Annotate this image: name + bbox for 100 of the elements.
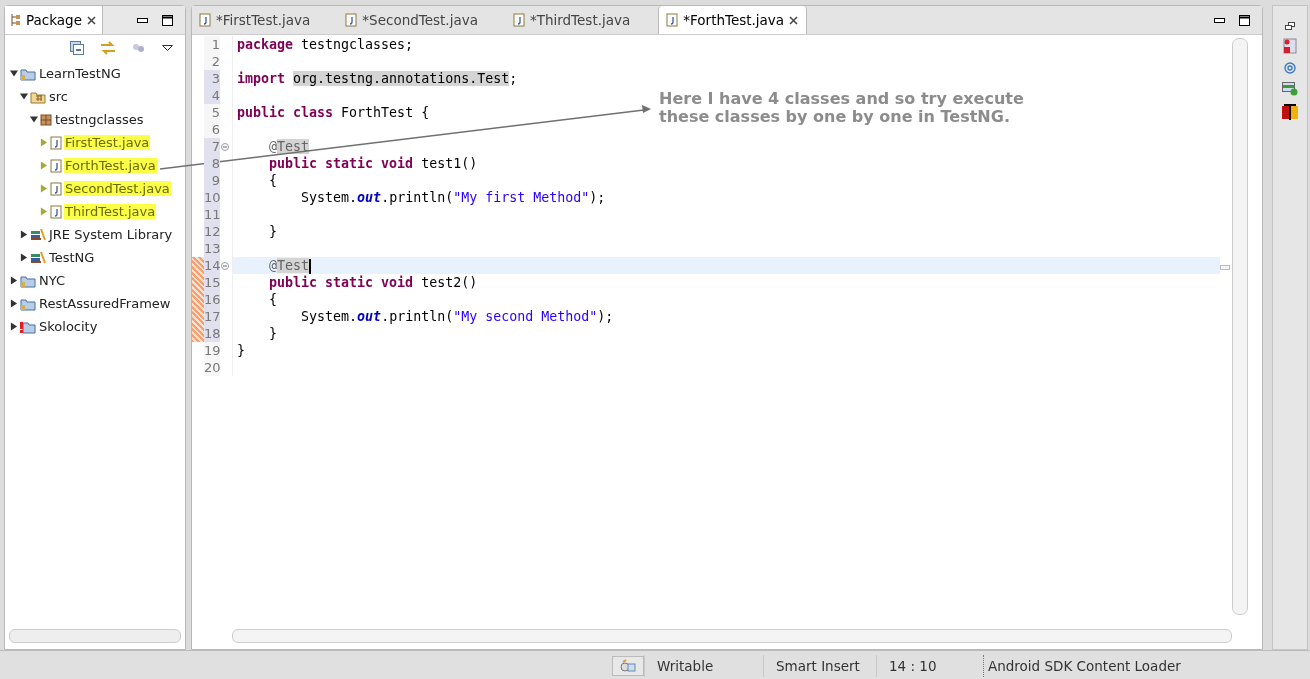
tree-item[interactable]: NYC	[38, 273, 67, 288]
collapse-arrow-icon[interactable]	[10, 69, 18, 78]
tree-item[interactable]: JRE System Library	[48, 227, 174, 242]
maximize-icon[interactable]	[1239, 14, 1250, 26]
expand-arrow-icon[interactable]	[20, 230, 28, 239]
code-text: .println(	[381, 309, 454, 324]
tree-item[interactable]: Skolocity	[38, 319, 99, 334]
line-number: 1	[204, 36, 220, 53]
console-run-icon[interactable]	[1282, 82, 1298, 96]
dots-icon[interactable]	[132, 42, 146, 54]
java-file-icon	[199, 13, 211, 27]
keyword: public static void	[268, 275, 414, 290]
code-text: System.	[300, 190, 358, 205]
panel-title: Package	[26, 12, 82, 28]
collapse-arrow-icon[interactable]	[30, 115, 38, 124]
restore-icon[interactable]	[1285, 22, 1295, 30]
line-number: 12	[204, 223, 220, 240]
tree-item[interactable]: LearnTestNG	[38, 66, 122, 81]
line-number: 7	[204, 138, 220, 155]
expand-arrow-icon[interactable]	[10, 276, 18, 285]
java-file-icon	[50, 135, 62, 150]
code-text: test1()	[420, 156, 478, 171]
java-file-icon	[50, 204, 62, 219]
status-text: 14 : 10	[876, 654, 983, 677]
keyword: public static void	[268, 156, 414, 171]
project-folder-icon	[20, 273, 36, 288]
code-text: System.	[300, 309, 358, 324]
expand-arrow-icon[interactable]	[10, 299, 18, 308]
code-text: ForthTest {	[340, 105, 430, 120]
line-number: 5	[204, 104, 220, 121]
books-icon	[30, 251, 46, 264]
status-text: Writable	[644, 654, 763, 677]
editor-tab[interactable]: *SecondTest.java	[338, 6, 506, 34]
text-cursor	[309, 258, 312, 274]
project-folder-icon	[20, 296, 36, 311]
code-text: ;	[509, 71, 518, 86]
line-number: 15	[204, 274, 220, 291]
close-icon[interactable]	[86, 15, 96, 25]
line-number: 4	[204, 87, 220, 104]
minimize-icon[interactable]	[137, 17, 148, 23]
annotation-note: Here I have 4 classes and so try execute these classes by one by one in TestNG.	[659, 90, 1024, 126]
tree-item[interactable]: RestAssuredFramew	[38, 296, 172, 311]
maximize-icon[interactable]	[162, 14, 173, 26]
tree-item[interactable]: src	[48, 89, 69, 104]
java-file-icon	[345, 13, 358, 27]
editor-tab[interactable]: *ForthTest.java	[658, 6, 808, 34]
collapse-arrow-icon[interactable]	[20, 92, 28, 101]
line-number: 9	[204, 172, 220, 189]
java-file-icon	[50, 181, 62, 196]
code-text: testngclasses;	[300, 37, 414, 52]
at-sign-icon[interactable]	[1284, 62, 1296, 74]
keyword: public class	[237, 105, 334, 120]
editor-tab[interactable]: *FirstTest.java	[192, 6, 339, 34]
package-icon	[40, 113, 52, 126]
line-number: 3	[204, 70, 220, 87]
project-folder-icon	[20, 66, 36, 81]
testng-icon[interactable]	[1282, 104, 1298, 120]
string-literal: "My second Method"	[453, 309, 598, 324]
string-literal: "My first Method"	[453, 190, 590, 205]
code-text: );	[589, 190, 606, 205]
expand-arrow-icon[interactable]	[10, 322, 18, 331]
close-icon[interactable]	[789, 15, 799, 25]
code-text: }	[268, 326, 278, 341]
line-number: 20	[204, 359, 220, 376]
status-job-text: Android SDK Content Loader	[983, 654, 1181, 677]
tree-item[interactable]: ForthTest.java	[64, 158, 157, 173]
line-number: 6	[204, 121, 220, 138]
code-text: .println(	[381, 190, 454, 205]
line-number: 2	[204, 53, 220, 70]
status-text: Smart Insert	[763, 654, 876, 677]
editor-tab[interactable]: *ThirdTest.java	[505, 6, 659, 34]
source-folder-icon	[30, 89, 46, 104]
line-number: 13	[204, 240, 220, 257]
tree-item[interactable]: SecondTest.java	[64, 181, 171, 196]
java-file-icon	[512, 13, 525, 27]
java-file-icon	[50, 158, 62, 173]
collapse-all-icon[interactable]	[70, 41, 84, 55]
line-number: 19	[204, 342, 220, 359]
tree-item[interactable]: FirstTest.java	[64, 135, 151, 150]
code-text: test2()	[420, 275, 478, 290]
horizontal-scrollbar[interactable]	[232, 629, 1232, 643]
tree-item[interactable]: testngclasses	[54, 112, 145, 127]
tree-item[interactable]: TestNG	[48, 250, 96, 265]
overview-marker-icon[interactable]	[1220, 265, 1230, 270]
vertical-scrollbar[interactable]	[1232, 38, 1248, 615]
java-file-icon	[666, 13, 679, 27]
project-folder-error-icon	[20, 319, 36, 334]
junit-icon[interactable]	[1283, 38, 1297, 54]
line-number: 10	[204, 189, 220, 206]
package-explorer-tab[interactable]: Package	[5, 6, 103, 34]
line-number: 16	[204, 291, 220, 308]
view-menu-icon[interactable]	[162, 45, 173, 51]
minimize-icon[interactable]	[1214, 17, 1225, 23]
code-text: );	[597, 309, 614, 324]
line-number: 18	[204, 325, 220, 342]
tree-item[interactable]: ThirdTest.java	[64, 204, 157, 219]
horizontal-scrollbar[interactable]	[9, 629, 181, 643]
books-icon	[30, 228, 46, 241]
expand-arrow-icon[interactable]	[20, 253, 28, 262]
code-text: {	[268, 173, 278, 188]
